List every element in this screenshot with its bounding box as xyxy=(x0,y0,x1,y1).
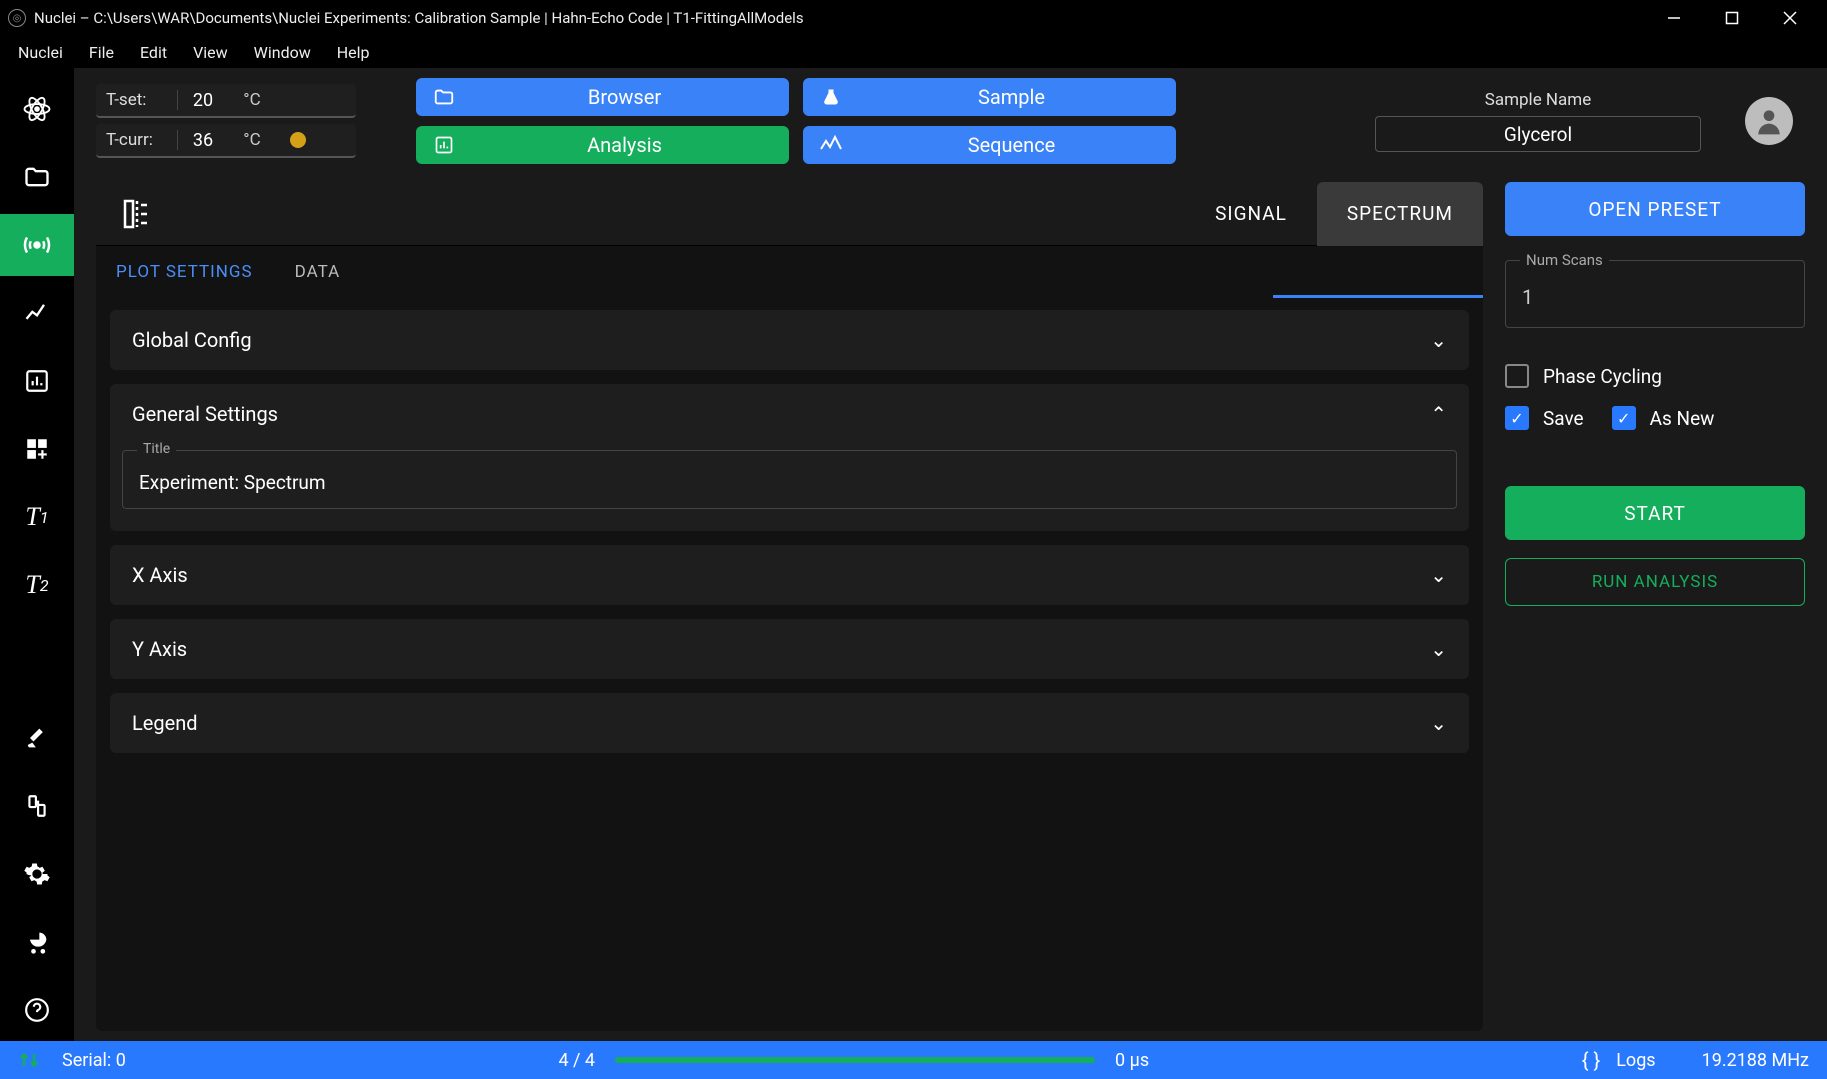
title-field-label: Title xyxy=(137,441,176,457)
sample-button[interactable]: Sample xyxy=(803,78,1176,116)
panel-global-config[interactable]: Global Config ⌄ xyxy=(110,310,1469,370)
temp-curr-row: T-curr: 36 °C xyxy=(96,124,356,158)
chevron-down-icon: ⌄ xyxy=(1430,328,1447,352)
close-button[interactable] xyxy=(1761,0,1819,36)
chevron-up-icon: ⌃ xyxy=(1430,402,1447,426)
center-panel: SIGNAL SPECTRUM PLOT SETTINGS DATA Globa… xyxy=(96,182,1483,1031)
serial-status: Serial: 0 xyxy=(62,1050,126,1071)
phase-cycling-label: Phase Cycling xyxy=(1543,365,1662,388)
sequence-label: Sequence xyxy=(861,133,1162,157)
panel-x-axis[interactable]: X Axis ⌄ xyxy=(110,545,1469,605)
right-sidebar: OPEN PRESET Num Scans 1 Phase Cycling ✓ … xyxy=(1505,182,1805,1031)
panel-general-settings: General Settings ⌃ Title xyxy=(110,384,1469,531)
sequence-button[interactable]: Sequence xyxy=(803,126,1176,164)
window-title: Nuclei – C:\Users\WAR\Documents\Nuclei E… xyxy=(34,9,804,27)
chart-icon xyxy=(430,135,458,155)
as-new-label: As New xyxy=(1650,407,1715,430)
analysis-label: Analysis xyxy=(474,133,775,157)
menu-nuclei[interactable]: Nuclei xyxy=(6,39,75,66)
frequency-status: 19.2188 MHz xyxy=(1702,1050,1809,1071)
num-scans-value: 1 xyxy=(1522,285,1788,309)
folder-icon[interactable] xyxy=(0,146,74,208)
temp-set-label: T-set: xyxy=(96,90,178,110)
widgets-icon[interactable] xyxy=(0,418,74,480)
minimize-button[interactable] xyxy=(1645,0,1703,36)
sample-name-label: Sample Name xyxy=(1485,90,1591,110)
chevron-down-icon: ⌄ xyxy=(1430,563,1447,587)
run-analysis-button[interactable]: RUN ANALYSIS xyxy=(1505,558,1805,606)
title-input[interactable] xyxy=(139,471,1440,494)
phase-cycling-checkbox[interactable] xyxy=(1505,364,1529,388)
broadcast-icon[interactable] xyxy=(0,214,74,276)
temp-set-value[interactable]: 20 xyxy=(178,90,228,111)
t1-icon[interactable]: T1 xyxy=(0,486,74,548)
left-rail: T1 T2 xyxy=(0,68,74,1041)
menu-help[interactable]: Help xyxy=(325,39,382,66)
panel-legend-title: Legend xyxy=(132,711,198,735)
menubar: Nuclei File Edit View Window Help xyxy=(0,36,1827,68)
sample-label: Sample xyxy=(861,85,1162,109)
menu-file[interactable]: File xyxy=(77,39,126,66)
num-scans-label: Num Scans xyxy=(1520,251,1609,269)
progress-text: 4 / 4 xyxy=(558,1050,595,1071)
app-logo-icon: ◎ xyxy=(8,9,26,27)
start-button[interactable]: START xyxy=(1505,486,1805,540)
help-icon[interactable] xyxy=(0,979,74,1041)
maximize-button[interactable] xyxy=(1703,0,1761,36)
gear-icon[interactable] xyxy=(0,843,74,905)
bar-chart-icon[interactable] xyxy=(0,350,74,412)
braces-icon[interactable]: { } xyxy=(1582,1048,1601,1072)
menu-edit[interactable]: Edit xyxy=(128,39,179,66)
atom-icon[interactable] xyxy=(0,78,74,140)
tab-signal[interactable]: SIGNAL xyxy=(1185,182,1317,246)
panel-legend[interactable]: Legend ⌄ xyxy=(110,693,1469,753)
statusbar: Serial: 0 4 / 4 0 µs { } Logs 19.2188 MH… xyxy=(0,1041,1827,1079)
panel-general-header[interactable]: General Settings ⌃ xyxy=(110,384,1469,444)
time-status: 0 µs xyxy=(1115,1050,1149,1071)
line-chart-icon[interactable] xyxy=(0,282,74,344)
flask-icon xyxy=(817,87,845,107)
browser-label: Browser xyxy=(474,85,775,109)
sync-icon xyxy=(18,1050,42,1070)
chevron-down-icon: ⌄ xyxy=(1430,637,1447,661)
progress-bar xyxy=(615,1057,1095,1063)
menu-view[interactable]: View xyxy=(181,39,240,66)
open-preset-button[interactable]: OPEN PRESET xyxy=(1505,182,1805,236)
tab-spectrum[interactable]: SPECTRUM xyxy=(1317,182,1483,246)
tab-underline xyxy=(1273,295,1483,298)
temp-status-dot xyxy=(290,132,306,148)
browser-button[interactable]: Browser xyxy=(416,78,789,116)
panel-xaxis-title: X Axis xyxy=(132,563,188,587)
temp-set-unit: °C xyxy=(228,90,276,110)
temp-set-row: T-set: 20 °C xyxy=(96,84,356,118)
logs-button[interactable]: Logs xyxy=(1616,1050,1655,1071)
save-label: Save xyxy=(1543,407,1584,430)
panel-yaxis-title: Y Axis xyxy=(132,637,187,661)
device-icon[interactable] xyxy=(0,775,74,837)
dig-icon[interactable] xyxy=(0,707,74,769)
panel-y-axis[interactable]: Y Axis ⌄ xyxy=(110,619,1469,679)
as-new-checkbox[interactable]: ✓ xyxy=(1612,406,1636,430)
menu-window[interactable]: Window xyxy=(242,39,323,66)
panel-global-title: Global Config xyxy=(132,328,252,352)
main-area: T-set: 20 °C T-curr: 36 °C Browser xyxy=(74,68,1827,1041)
panel-general-title: General Settings xyxy=(132,402,278,426)
num-scans-field[interactable]: Num Scans 1 xyxy=(1505,260,1805,328)
tab-data[interactable]: DATA xyxy=(289,248,347,296)
sequence-icon xyxy=(817,135,845,155)
sample-name-input[interactable] xyxy=(1375,116,1701,152)
avatar[interactable] xyxy=(1745,97,1793,145)
save-checkbox[interactable]: ✓ xyxy=(1505,406,1529,430)
stroller-icon[interactable] xyxy=(0,911,74,973)
tab-plot-settings[interactable]: PLOT SETTINGS xyxy=(110,248,259,296)
temp-curr-unit: °C xyxy=(228,130,276,150)
temp-curr-label: T-curr: xyxy=(96,130,178,150)
chevron-down-icon: ⌄ xyxy=(1430,711,1447,735)
analysis-button[interactable]: Analysis xyxy=(416,126,789,164)
temp-curr-value: 36 xyxy=(178,130,228,151)
mirror-icon[interactable] xyxy=(106,197,166,231)
t2-icon[interactable]: T2 xyxy=(0,554,74,616)
folder-icon xyxy=(430,86,458,108)
titlebar: ◎ Nuclei – C:\Users\WAR\Documents\Nuclei… xyxy=(0,0,1827,36)
